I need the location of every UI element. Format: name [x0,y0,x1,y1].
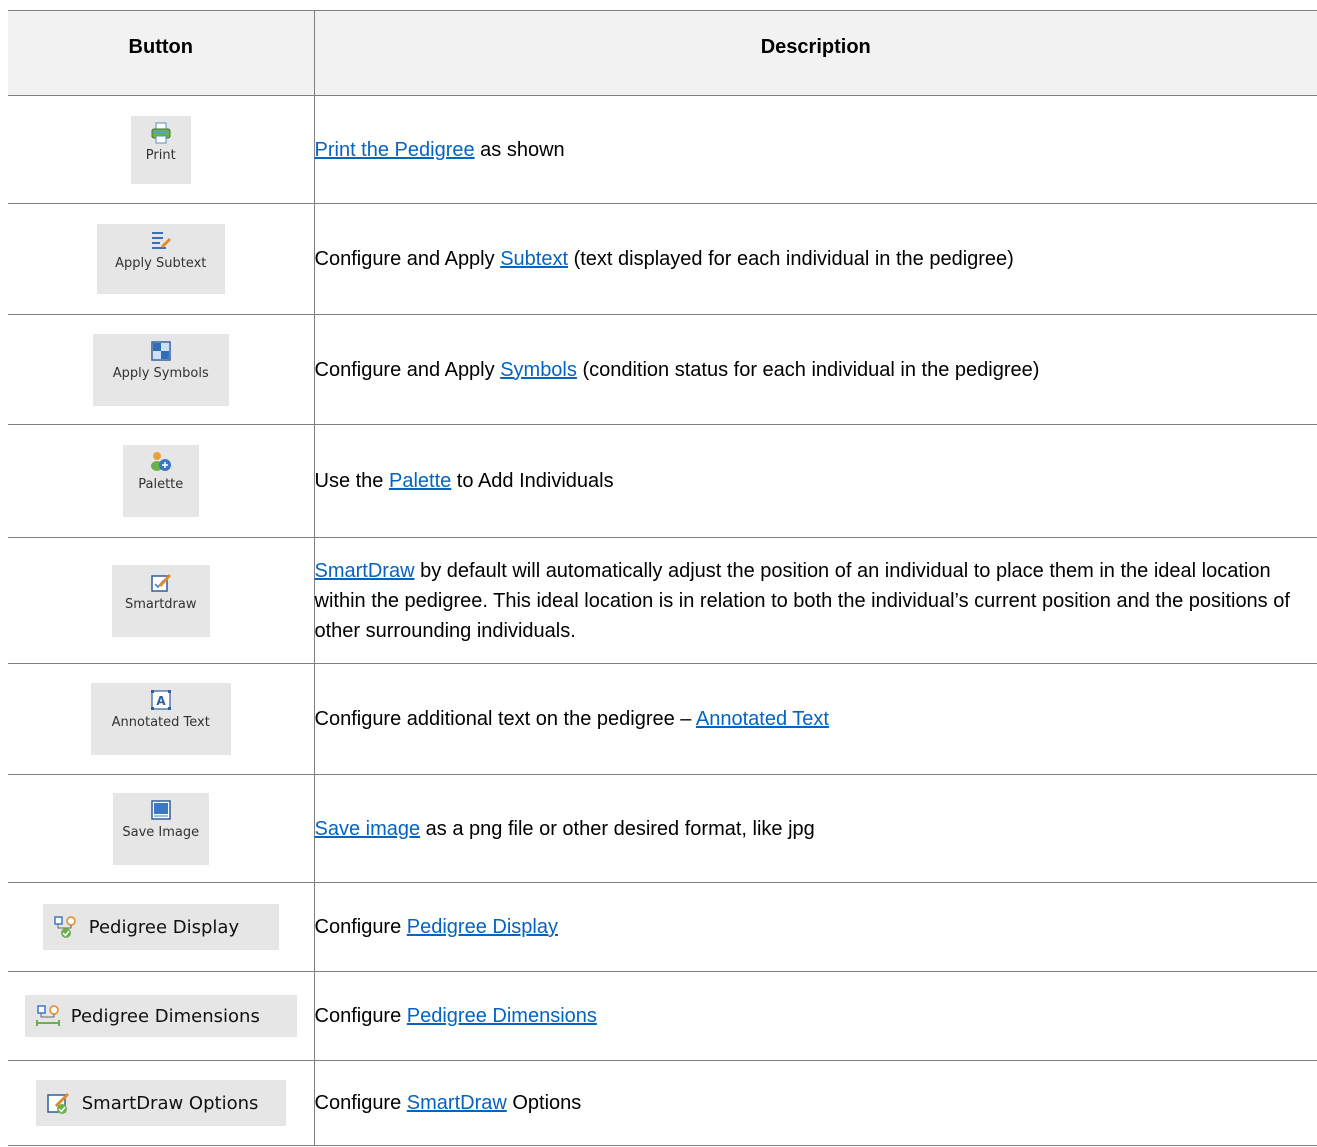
save-image-icon [151,799,171,820]
description-text: Options [506,1092,582,1114]
description-cell: Configure SmartDraw Options [313,1060,1317,1146]
button-cell: Apply Subtext [8,203,315,315]
help-link[interactable]: Pedigree Display [407,916,558,938]
palette-people-icon [150,452,171,471]
smartdraw-button[interactable]: Smartdraw [111,564,210,637]
button-cell: Apply Symbols [8,314,315,425]
button-label: Pedigree Display [88,916,240,938]
button-label: Print [145,147,176,163]
description-text: Configure [314,1005,407,1027]
help-link[interactable]: SmartDraw [407,1092,507,1114]
smartdraw-pencil-icon [151,573,171,592]
cropped-text-strip [0,0,1317,10]
save-image-button[interactable]: Save Image [112,792,209,865]
button-cell: Save Image [8,774,315,883]
description-text: as shown [474,138,565,161]
help-link[interactable]: Pedigree Dimensions [407,1005,597,1027]
apply-subtext-button[interactable]: Apply Subtext [96,224,225,294]
button-label: Apply Subtext [115,256,207,271]
toolbar-buttons-table: Button Description Print Print the Pedig… [8,10,1317,1146]
symbols-grid-icon [151,340,171,361]
pedigree-display-button[interactable]: Pedigree Display [42,904,279,950]
pedigree-display-icon [54,916,76,938]
svg-text:A: A [156,694,166,708]
button-cell: Smartdraw [8,537,315,664]
table-row: Print Print the Pedigree as shown [8,95,1317,204]
apply-symbols-button[interactable]: Apply Symbols [92,333,229,406]
pedigree-dimensions-icon [35,1005,60,1026]
description-text: Configure [314,1092,407,1114]
help-link[interactable]: Annotated Text [696,708,829,730]
help-link[interactable]: Palette [389,470,451,492]
button-label: Annotated Text [111,715,210,730]
table-header-row: Button Description [8,10,1317,96]
description-cell: Print the Pedigree as shown [313,95,1317,204]
description-cell: Save image as a png file or other desire… [313,774,1317,883]
help-link[interactable]: Print the Pedigree [315,139,475,161]
header-description: Description [313,10,1317,96]
button-label: Save Image [122,824,200,840]
description-cell: Configure additional text on the pedigre… [313,663,1317,775]
print-button[interactable]: Print [130,115,191,184]
button-label: Palette [138,477,184,492]
table-row: Smartdraw SmartDraw by default will auto… [8,537,1317,664]
help-link[interactable]: Symbols [500,359,577,381]
button-cell: Palette [8,424,315,538]
description-cell: SmartDraw by default will automatically … [313,537,1317,664]
button-cell: Print [8,95,315,204]
button-label: Apply Symbols [112,365,209,381]
printer-icon [151,122,171,143]
table-row: Pedigree Dimensions Configure Pedigree D… [8,971,1317,1061]
annotated-text-icon: A [150,690,171,710]
button-label: Pedigree Dimensions [70,1005,260,1027]
description-cell: Configure and Apply Subtext (text displa… [313,203,1317,315]
description-text: Configure [314,916,407,938]
description-text: (text displayed for each individual in t… [568,248,1014,270]
description-text: to Add Individuals [451,470,614,492]
description-cell: Configure Pedigree Display [313,882,1317,972]
subtext-pencil-icon [151,232,171,249]
description-text: by default will automatically adjust the… [314,559,1290,642]
button-label: Smartdraw [124,596,197,612]
description-text: Configure and Apply [314,248,501,270]
description-text: (condition status for each individual in… [576,358,1040,381]
table-row: Save Image Save image as a png file or o… [8,774,1317,883]
button-label: SmartDraw Options [81,1092,259,1114]
help-link[interactable]: SmartDraw [315,560,415,582]
palette-button[interactable]: Palette [122,445,199,517]
table-row: Pedigree Display Configure Pedigree Disp… [8,882,1317,972]
table-row: Apply Subtext Configure and Apply Subtex… [8,203,1317,315]
pedigree-dimensions-button[interactable]: Pedigree Dimensions [24,995,297,1037]
smartdraw-options-button[interactable]: SmartDraw Options [35,1080,286,1126]
description-cell: Configure and Apply Symbols (condition s… [313,314,1317,425]
description-text: Configure additional text on the pedigre… [314,708,696,730]
help-link[interactable]: Subtext [500,248,568,270]
button-cell: Pedigree Display [8,882,315,972]
button-cell: SmartDraw Options [8,1060,315,1146]
table-row: A Annotated Text Configure additional te… [8,663,1317,775]
header-button: Button [8,10,315,96]
annotated-text-button[interactable]: A Annotated Text [90,683,231,755]
smartdraw-options-icon [47,1093,69,1114]
description-text: as a png file or other desired format, l… [420,817,815,840]
description-text: Use the [314,470,389,492]
button-cell: Pedigree Dimensions [8,971,315,1061]
table-row: Apply Symbols Configure and Apply Symbol… [8,314,1317,425]
table-row: SmartDraw Options Configure SmartDraw Op… [8,1060,1317,1146]
description-cell: Use the Palette to Add Individuals [313,424,1317,538]
table-row: Palette Use the Palette to Add Individua… [8,424,1317,538]
help-link[interactable]: Save image [315,818,421,840]
button-cell: A Annotated Text [8,663,315,775]
description-cell: Configure Pedigree Dimensions [313,971,1317,1061]
description-text: Configure and Apply [314,358,501,381]
